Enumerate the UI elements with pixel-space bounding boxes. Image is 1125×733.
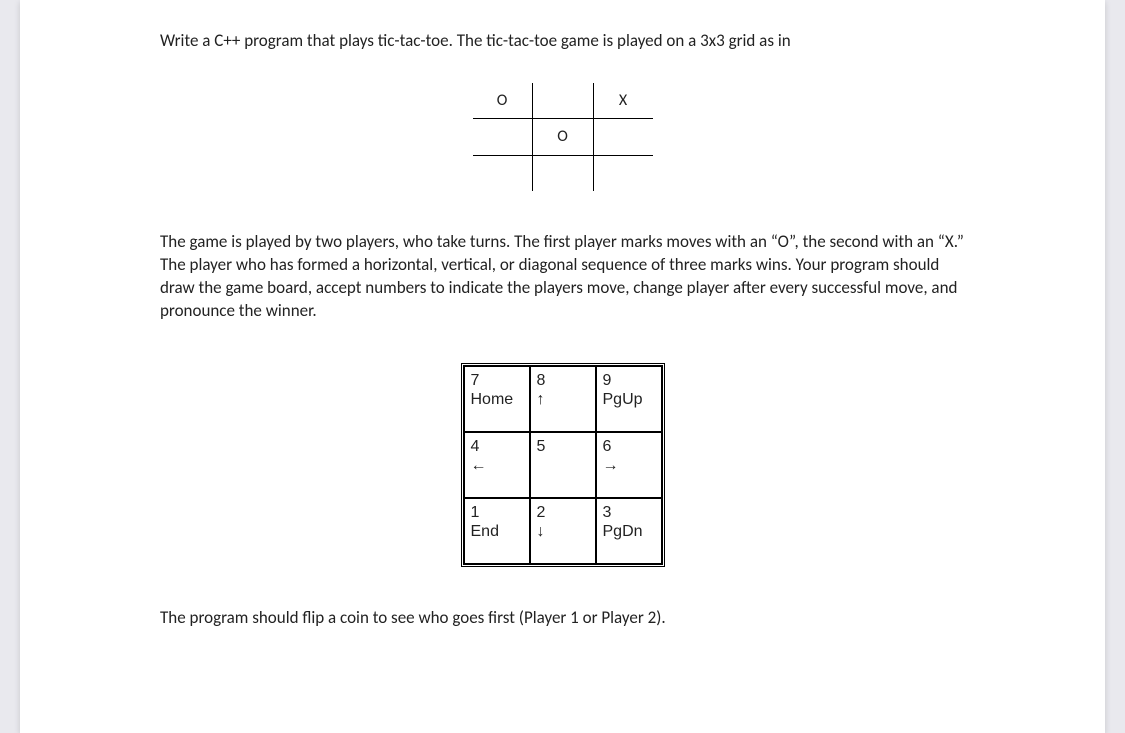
board-cell: [533, 83, 593, 119]
keypad-key-6: 6 →: [596, 432, 662, 498]
key-number: 7: [471, 371, 523, 390]
key-number: 3: [603, 503, 655, 522]
key-number: 5: [537, 437, 589, 456]
keypad-key-3: 3 PgDn: [596, 498, 662, 564]
key-number: 6: [603, 437, 655, 456]
keypad: 7 Home 8 ↑ 9 PgUp 4 ← 5 6 →: [461, 363, 665, 567]
board-cell: X: [593, 83, 653, 119]
board-cell: O: [473, 83, 533, 119]
key-label: End: [471, 522, 523, 541]
keypad-key-2: 2 ↓: [530, 498, 596, 564]
key-number: 9: [603, 371, 655, 390]
key-label: Home: [471, 390, 523, 409]
key-number: 4: [471, 437, 523, 456]
key-label: →: [603, 456, 655, 475]
keypad-key-9: 9 PgUp: [596, 366, 662, 432]
key-label: ↑: [537, 390, 589, 409]
board-cell: O: [533, 119, 593, 155]
board-cell: [473, 155, 533, 191]
key-label: PgDn: [603, 522, 655, 541]
keypad-key-5: 5: [530, 432, 596, 498]
board-cell: [473, 119, 533, 155]
key-label: ↓: [537, 522, 589, 541]
keypad-key-4: 4 ←: [464, 432, 530, 498]
key-number: 1: [471, 503, 523, 522]
board-cell: [593, 155, 653, 191]
key-number: 8: [537, 371, 589, 390]
tictactoe-board-wrap: O X O: [160, 83, 965, 191]
board-cell: [593, 119, 653, 155]
document-page: Write a C++ program that plays tic-tac-t…: [20, 0, 1105, 733]
paragraph-coinflip: The program should flip a coin to see wh…: [160, 607, 965, 630]
paragraph-intro: Write a C++ program that plays tic-tac-t…: [160, 30, 965, 53]
key-label: PgUp: [603, 390, 655, 409]
paragraph-rules: The game is played by two players, who t…: [160, 231, 965, 323]
keypad-key-7: 7 Home: [464, 366, 530, 432]
tictactoe-board: O X O: [473, 83, 653, 191]
keypad-key-8: 8 ↑: [530, 366, 596, 432]
keypad-key-1: 1 End: [464, 498, 530, 564]
key-label: ←: [471, 456, 523, 475]
board-cell: [533, 155, 593, 191]
keypad-wrap: 7 Home 8 ↑ 9 PgUp 4 ← 5 6 →: [160, 363, 965, 567]
key-number: 2: [537, 503, 589, 522]
